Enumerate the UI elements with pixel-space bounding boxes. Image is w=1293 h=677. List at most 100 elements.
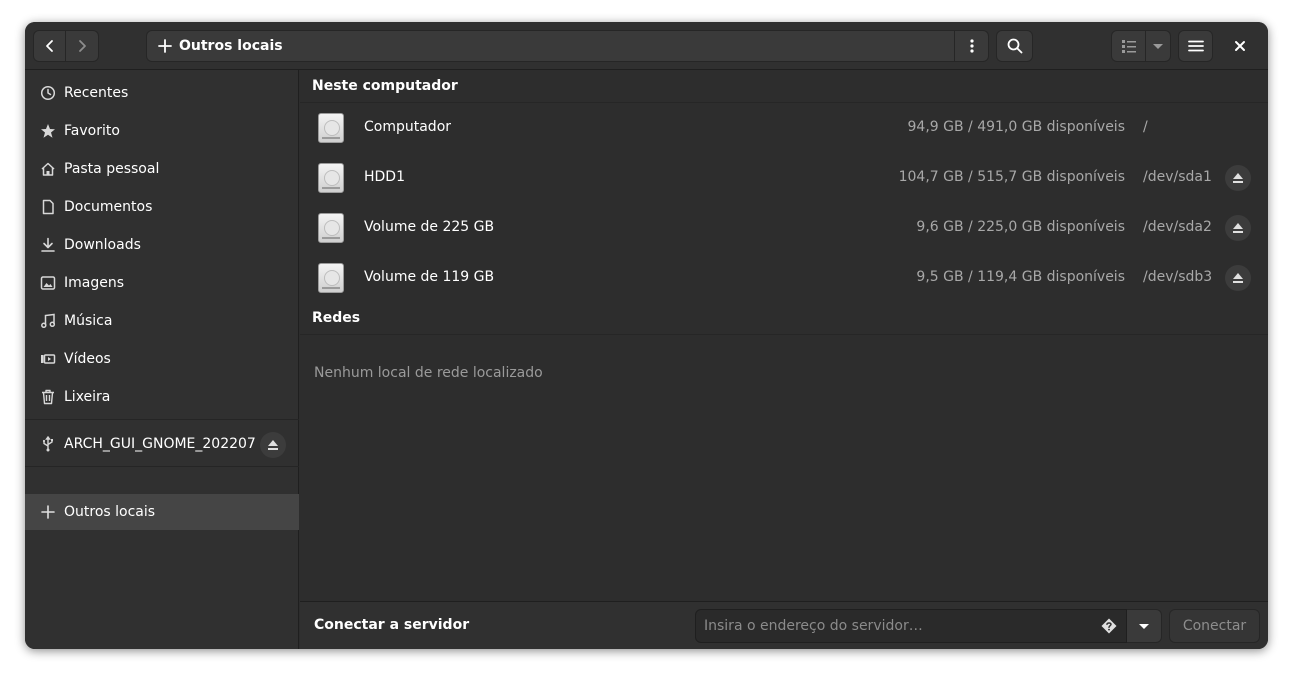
sidebar-item-label: ARCH_GUI_GNOME_202207	[64, 436, 256, 452]
connect-button[interactable]: Conectar	[1169, 609, 1260, 643]
drive-space: 94,9 GB / 491,0 GB disponíveis	[907, 119, 1126, 135]
view-options-dropdown[interactable]	[1146, 30, 1171, 62]
forward-button[interactable]	[66, 30, 99, 62]
main-content: Neste computador Computador 94,9 GB / 49…	[300, 70, 1268, 601]
server-address-group	[695, 609, 1162, 643]
view-toggle-group	[1111, 30, 1171, 62]
trash-icon	[40, 389, 56, 405]
sidebar-item-label: Lixeira	[64, 389, 111, 405]
sidebar-item-label: Downloads	[64, 237, 141, 253]
header-bar: Outros locais	[25, 22, 1268, 70]
search-button[interactable]	[996, 30, 1033, 62]
connect-server-bar: Conectar a servidor Conectar	[300, 601, 1268, 649]
usb-icon	[40, 436, 56, 452]
sidebar-item-label: Documentos	[64, 199, 153, 215]
main-menu-button[interactable]	[1178, 30, 1213, 62]
chevron-right-icon	[79, 40, 86, 52]
eject-icon	[1233, 273, 1243, 283]
home-icon	[40, 161, 56, 177]
sidebar: Recentes Favorito Pasta pessoal Document…	[25, 70, 299, 649]
server-history-dropdown[interactable]	[1127, 609, 1162, 643]
music-icon	[40, 313, 56, 329]
section-title-networks: Redes	[312, 310, 361, 326]
clock-icon	[40, 85, 56, 101]
hard-drive-icon	[318, 213, 344, 243]
drive-row[interactable]: Volume de 225 GB 9,6 GB / 225,0 GB dispo…	[300, 203, 1268, 253]
download-icon	[40, 237, 56, 253]
sidebar-item-label: Imagens	[64, 275, 125, 291]
drive-device-path: /dev/sda2	[1143, 219, 1212, 235]
sidebar-eject-button[interactable]	[260, 432, 286, 458]
plus-icon	[158, 39, 172, 53]
sidebar-item-documentos[interactable]: Documentos	[25, 189, 299, 225]
drive-name: Volume de 119 GB	[364, 269, 495, 285]
path-crumb-other-locations[interactable]: Outros locais	[146, 30, 955, 62]
drive-name: Computador	[364, 119, 452, 135]
sidebar-item-usb-device[interactable]: ARCH_GUI_GNOME_202207	[25, 426, 299, 462]
sidebar-item-label: Vídeos	[64, 351, 111, 367]
sidebar-item-downloads[interactable]: Downloads	[25, 227, 299, 263]
eject-icon	[1233, 223, 1243, 233]
drive-space: 9,5 GB / 119,4 GB disponíveis	[916, 269, 1125, 285]
drive-name: HDD1	[364, 169, 405, 185]
server-address-input[interactable]	[695, 609, 1127, 643]
drive-device-path: /	[1143, 119, 1148, 135]
sidebar-item-videos[interactable]: Vídeos	[25, 341, 299, 377]
drive-eject-button[interactable]	[1225, 165, 1251, 191]
help-icon[interactable]	[1101, 618, 1117, 634]
list-view-icon	[1121, 40, 1136, 53]
sidebar-item-label: Música	[64, 313, 113, 329]
back-button[interactable]	[33, 30, 66, 62]
eject-icon	[268, 440, 278, 450]
sidebar-item-label: Favorito	[64, 123, 120, 139]
path-bar: Outros locais	[146, 30, 989, 62]
drive-space: 9,6 GB / 225,0 GB disponíveis	[916, 219, 1125, 235]
connect-server-label: Conectar a servidor	[314, 617, 470, 633]
drive-eject-button[interactable]	[1225, 265, 1251, 291]
path-label: Outros locais	[179, 38, 283, 54]
no-network-message: Nenhum local de rede localizado	[314, 365, 543, 381]
drive-row[interactable]: Volume de 119 GB 9,5 GB / 119,4 GB dispo…	[300, 253, 1268, 303]
hard-drive-icon	[318, 163, 344, 193]
drive-eject-button[interactable]	[1225, 215, 1251, 241]
caret-down-icon	[1139, 624, 1149, 629]
caret-down-icon	[1153, 44, 1163, 49]
drive-name: Volume de 225 GB	[364, 219, 495, 235]
drive-device-path: /dev/sdb3	[1143, 269, 1213, 285]
eject-icon	[1233, 173, 1243, 183]
close-button[interactable]	[1229, 35, 1251, 57]
document-icon	[40, 199, 56, 215]
navigation-buttons	[33, 30, 99, 62]
file-chooser-window: Outros locais Recentes Favorito Pasta pe…	[25, 22, 1268, 649]
plus-icon	[40, 504, 56, 520]
drive-device-path: /dev/sda1	[1143, 169, 1212, 185]
sidebar-item-label: Pasta pessoal	[64, 161, 160, 177]
sidebar-item-outros-locais[interactable]: Outros locais	[25, 494, 299, 530]
sidebar-separator	[25, 419, 299, 420]
close-icon	[1235, 41, 1245, 51]
sidebar-item-imagens[interactable]: Imagens	[25, 265, 299, 301]
drive-row[interactable]: HDD1 104,7 GB / 515,7 GB disponíveis /de…	[300, 153, 1268, 203]
path-menu-button[interactable]	[955, 30, 989, 62]
section-divider	[300, 334, 1268, 335]
drive-row[interactable]: Computador 94,9 GB / 491,0 GB disponívei…	[300, 103, 1268, 153]
sidebar-separator	[25, 466, 299, 467]
video-icon	[40, 351, 56, 367]
chevron-left-icon	[45, 40, 53, 52]
star-icon	[40, 123, 56, 139]
sidebar-item-lixeira[interactable]: Lixeira	[25, 379, 299, 415]
drive-space: 104,7 GB / 515,7 GB disponíveis	[898, 169, 1125, 185]
sidebar-item-recentes[interactable]: Recentes	[25, 75, 299, 111]
hard-drive-icon	[318, 113, 344, 143]
sidebar-item-pasta-pessoal[interactable]: Pasta pessoal	[25, 151, 299, 187]
search-icon	[1007, 38, 1022, 54]
vertical-dots-icon	[969, 39, 974, 53]
section-title-computer: Neste computador	[312, 78, 458, 94]
hamburger-icon	[1187, 40, 1204, 52]
sidebar-item-musica[interactable]: Música	[25, 303, 299, 339]
sidebar-item-label: Outros locais	[64, 504, 156, 520]
hard-drive-icon	[318, 263, 344, 293]
sidebar-item-label: Recentes	[64, 85, 129, 101]
list-view-button[interactable]	[1111, 30, 1146, 62]
sidebar-item-favorito[interactable]: Favorito	[25, 113, 299, 149]
